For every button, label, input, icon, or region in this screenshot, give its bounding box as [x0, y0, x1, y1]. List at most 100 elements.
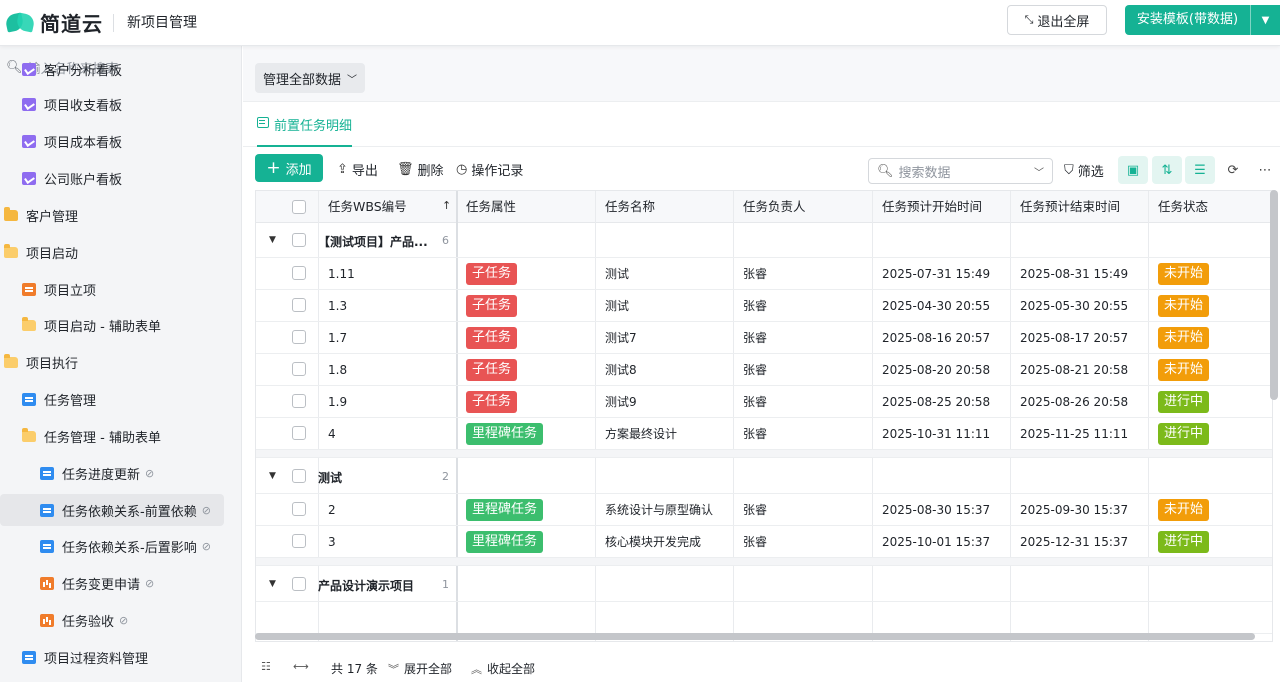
- row-checkbox[interactable]: [292, 426, 306, 440]
- collapse-triangle-icon[interactable]: ▼: [269, 579, 276, 589]
- sidebar-item[interactable]: 任务变更申请 ⊘: [0, 567, 241, 599]
- column-width-button[interactable]: ⟷: [293, 660, 314, 673]
- row-checkbox[interactable]: [292, 330, 306, 344]
- group-checkbox[interactable]: [292, 469, 306, 483]
- sidebar-item[interactable]: 客户分析看板: [0, 53, 241, 85]
- table-row[interactable]: 1.9 子任务 测试9 张睿 2025-08-25 20:58 2025-08-26 20…: [256, 386, 1272, 418]
- expand-all-button[interactable]: ︾ 展开全部: [388, 660, 452, 677]
- table-row[interactable]: 2 里程碑任务 系统设计与原型确认 张睿 2025-08-30 15:37 2025-09…: [256, 494, 1272, 526]
- sort-asc-icon[interactable]: ↑: [442, 199, 451, 212]
- empty-row: [256, 602, 1272, 634]
- sidebar-item[interactable]: 项目启动 - 辅助表单: [0, 309, 241, 341]
- sidebar-item[interactable]: 项目立项: [0, 273, 241, 305]
- more-icon: ⋯: [1258, 162, 1272, 178]
- sidebar-item-label: 项目启动 - 辅助表单: [44, 319, 161, 335]
- sidebar-item[interactable]: 任务依赖关系-前置依赖 ⊘: [0, 494, 224, 526]
- group-button[interactable]: ☰: [1185, 156, 1215, 184]
- sidebar-item[interactable]: 任务验收 ⊘: [0, 604, 241, 636]
- group-count: 6: [442, 234, 449, 247]
- column-header[interactable]: 任务属性: [456, 191, 595, 223]
- row-checkbox[interactable]: [292, 266, 306, 280]
- add-button[interactable]: + 添加: [255, 154, 323, 182]
- task-attribute-tag: 里程碑任务: [466, 422, 544, 445]
- row-height-button[interactable]: ☷: [261, 660, 276, 673]
- table-cell-start: 2025-10-31 11:11: [882, 426, 991, 441]
- column-header[interactable]: 任务负责人: [733, 191, 872, 223]
- row-checkbox[interactable]: [292, 394, 306, 408]
- table-row[interactable]: 4 里程碑任务 方案最终设计 张睿 2025-10-31 11:11 2025-11-25…: [256, 418, 1272, 450]
- group-checkbox[interactable]: [292, 233, 306, 247]
- search-data-input[interactable]: 🔍︎ 搜索数据 ﹀: [868, 158, 1053, 184]
- table-row[interactable]: 1.8 子任务 测试8 张睿 2025-08-20 20:58 2025-08-21 20…: [256, 354, 1272, 386]
- collapse-triangle-icon[interactable]: ▼: [269, 235, 276, 245]
- view-card-button[interactable]: ▣: [1118, 156, 1148, 184]
- task-attribute-tag: 子任务: [466, 390, 518, 413]
- refresh-button[interactable]: ⟳: [1218, 156, 1248, 184]
- vertical-scrollbar[interactable]: [1270, 190, 1278, 400]
- trash-icon: 🗑︎: [397, 162, 414, 177]
- status-badge: 进行中: [1158, 422, 1210, 445]
- table-cell-name: 测试8: [605, 363, 637, 377]
- sidebar-item-label: 项目成本看板: [44, 135, 123, 151]
- sidebar-item[interactable]: 项目过程资料管理: [0, 641, 241, 673]
- sidebar-item[interactable]: 项目收支看板: [0, 88, 241, 120]
- sort-button[interactable]: ⇅: [1152, 156, 1182, 184]
- sidebar-item[interactable]: 任务管理: [0, 383, 241, 415]
- sidebar-item[interactable]: 任务依赖关系-后置影响 ⊘: [0, 530, 241, 562]
- column-header[interactable]: 任务预计开始时间: [872, 191, 1010, 223]
- delete-button[interactable]: 🗑︎ 删除: [397, 160, 444, 179]
- collapse-triangle-icon[interactable]: ▼: [269, 471, 276, 481]
- row-checkbox[interactable]: [292, 534, 306, 548]
- table-cell-attr: 里程碑任务: [456, 418, 595, 449]
- table-cell-status: 进行中: [1148, 386, 1272, 417]
- table-row[interactable]: 3 里程碑任务 核心模块开发完成 张睿 2025-10-01 15:37 2025-12-…: [256, 526, 1272, 558]
- sidebar-item[interactable]: 任务管理 - 辅助表单: [0, 420, 241, 452]
- note-icon: ▣: [1126, 162, 1140, 178]
- operation-log-button[interactable]: ◷ 操作记录: [456, 160, 523, 179]
- filter-button[interactable]: ⛉ 筛选: [1064, 161, 1104, 180]
- sidebar-item[interactable]: 项目成本看板: [0, 125, 241, 157]
- table-row[interactable]: 1.3 子任务 测试 张睿 2025-04-30 20:55 2025-05-30 20:…: [256, 290, 1272, 322]
- form-icon: [22, 282, 36, 296]
- group-checkbox[interactable]: [292, 577, 306, 591]
- sidebar-item[interactable]: 项目执行: [0, 346, 241, 378]
- chevron-down-icon[interactable]: ▼: [1251, 15, 1280, 26]
- sidebar-item[interactable]: 项目启动: [0, 236, 241, 268]
- horizontal-scrollbar[interactable]: [255, 633, 1255, 640]
- chart-icon: [22, 62, 36, 76]
- select-all-checkbox[interactable]: [292, 200, 306, 214]
- group-name: 产品设计演示项目: [318, 579, 415, 593]
- collapse-all-button[interactable]: ︽ 收起全部: [471, 660, 535, 677]
- install-template-button[interactable]: 安装模板(带数据) ▼: [1125, 5, 1280, 35]
- sidebar-item[interactable]: 公司账户看板: [0, 162, 241, 194]
- row-checkbox[interactable]: [292, 362, 306, 376]
- exit-fullscreen-button[interactable]: ⤡ 退出全屏: [1007, 5, 1107, 35]
- table-cell-attr: 子任务: [456, 290, 595, 321]
- app-logo[interactable]: 简道云: [4, 8, 103, 37]
- group-row[interactable]: ▼ 测试 2: [256, 459, 1272, 494]
- tab-predecessor-details[interactable]: 前置任务明细: [257, 115, 353, 147]
- table-row[interactable]: 1.7 子任务 测试7 张睿 2025-08-16 20:57 2025-08-17 20…: [256, 322, 1272, 354]
- more-button[interactable]: ⋯: [1250, 156, 1280, 184]
- chevron-down-icon[interactable]: ﹀: [1034, 164, 1044, 179]
- sidebar-item[interactable]: 任务进度更新 ⊘: [0, 457, 241, 489]
- table-row[interactable]: 1.11 子任务 测试 张睿 2025-07-31 15:49 2025-08-31 15…: [256, 258, 1272, 290]
- row-checkbox[interactable]: [292, 298, 306, 312]
- row-checkbox[interactable]: [292, 502, 306, 516]
- data-scope-label: 管理全部数据: [263, 72, 342, 88]
- sort-icon: ⇅: [1161, 162, 1173, 178]
- sidebar-item-label: 任务依赖关系-后置影响: [62, 540, 197, 556]
- export-button[interactable]: ⇪ 导出: [337, 160, 378, 179]
- status-badge: 未开始: [1158, 294, 1210, 317]
- group-row[interactable]: ▼ 【测试项目】产品... 6: [256, 223, 1272, 258]
- group-row[interactable]: ▼ 产品设计演示项目 1: [256, 567, 1272, 602]
- chevron-up-double-icon: ︽: [471, 662, 482, 676]
- column-header[interactable]: 任务WBS编号: [318, 191, 456, 223]
- column-header[interactable]: 任务名称: [595, 191, 733, 223]
- data-scope-dropdown[interactable]: 管理全部数据 ﹀: [255, 63, 366, 93]
- sidebar-item[interactable]: 客户管理: [0, 199, 241, 231]
- table-cell-name: 测试7: [605, 331, 637, 345]
- column-header[interactable]: 任务状态: [1148, 191, 1272, 223]
- column-header[interactable]: 任务预计结束时间: [1010, 191, 1148, 223]
- search-icon: 🔍︎: [877, 163, 894, 179]
